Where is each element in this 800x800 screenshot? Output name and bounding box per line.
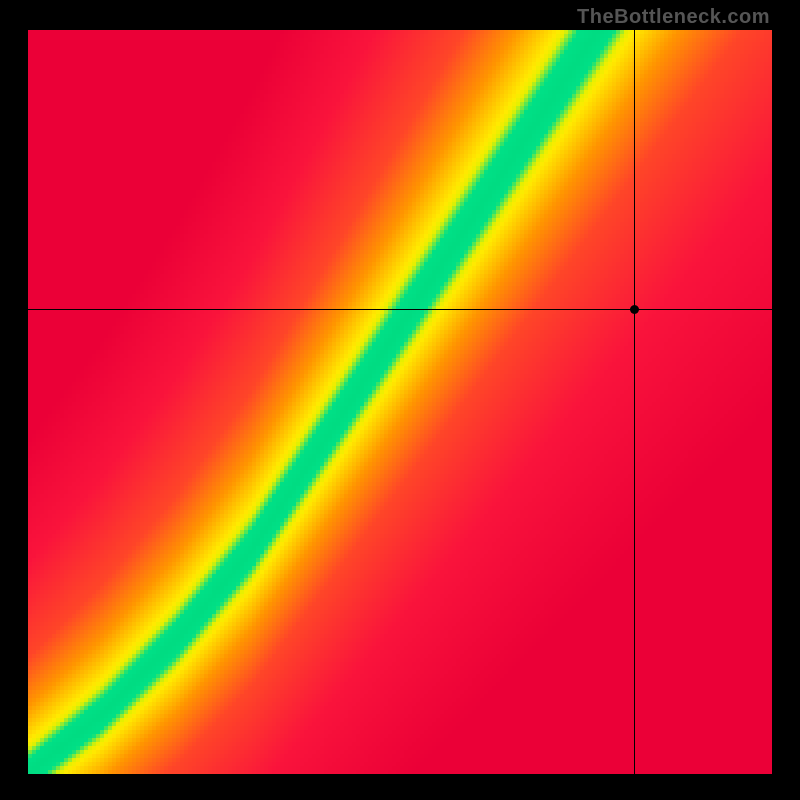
chart-frame: TheBottleneck.com bbox=[0, 0, 800, 800]
crosshair-vertical bbox=[634, 30, 635, 774]
marker-point bbox=[630, 305, 639, 314]
crosshair-horizontal bbox=[28, 309, 772, 310]
heatmap-canvas bbox=[28, 30, 772, 774]
heatmap-plot bbox=[28, 30, 772, 774]
watermark-text: TheBottleneck.com bbox=[577, 6, 770, 29]
